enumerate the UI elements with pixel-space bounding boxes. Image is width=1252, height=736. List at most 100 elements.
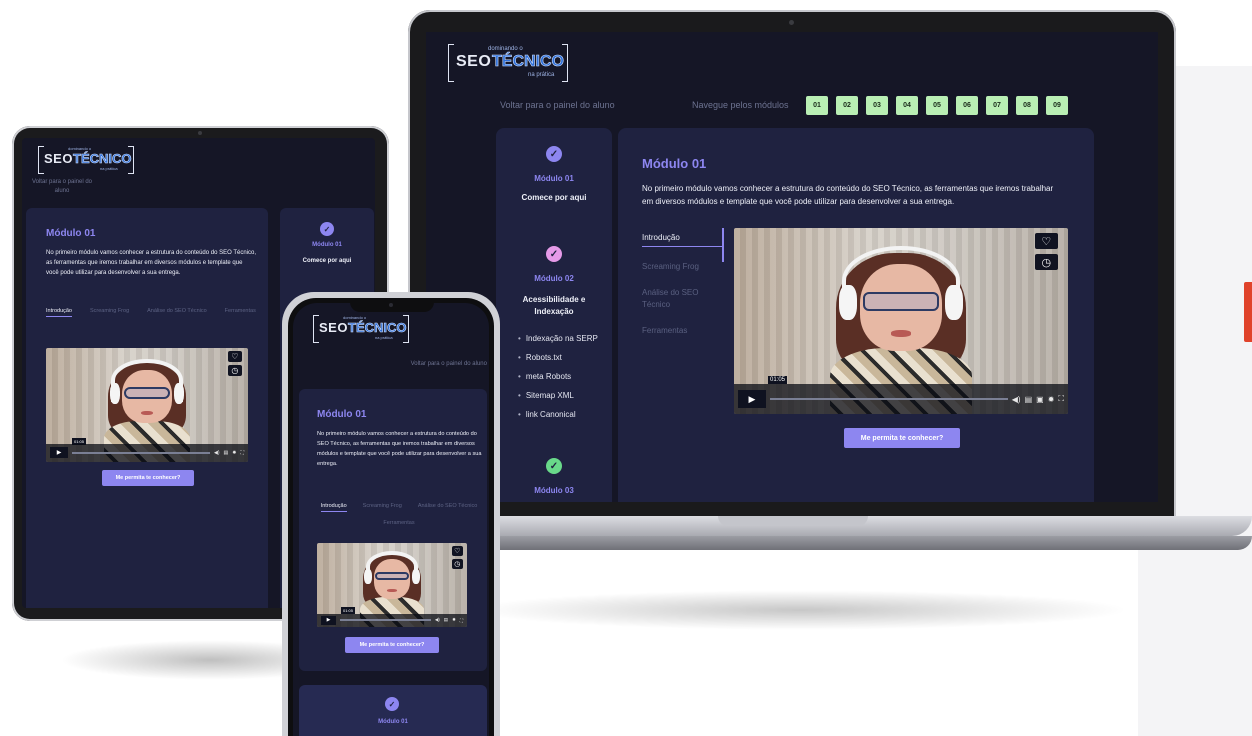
play-icon[interactable]: ▶ bbox=[321, 615, 336, 625]
sidebar-module-01-title[interactable]: Módulo 01 bbox=[496, 174, 612, 183]
captions-icon[interactable]: ▤ bbox=[444, 617, 448, 623]
laptop-logo[interactable]: dominando o SEO TÉCNICO na prática bbox=[448, 44, 568, 82]
fullscreen-icon[interactable]: ⛶ bbox=[240, 450, 244, 456]
topic-item[interactable]: Indexação na SERP bbox=[518, 334, 598, 353]
tab-ferramentas[interactable]: Ferramentas bbox=[642, 325, 722, 337]
module-chip-06[interactable]: 06 bbox=[956, 96, 978, 115]
headphone-cup-right bbox=[173, 382, 185, 405]
logo-tecnico-text: TÉCNICO bbox=[73, 151, 132, 167]
sidebar-module-03-title[interactable]: Módulo 03 bbox=[496, 486, 612, 495]
back-to-panel-link[interactable]: Voltar para o painel do aluno bbox=[26, 178, 98, 196]
video-progress-bar[interactable] bbox=[770, 398, 1008, 401]
topic-item[interactable]: link Canonical bbox=[518, 410, 598, 429]
phone-camera bbox=[389, 303, 393, 307]
meet-me-button[interactable]: Me permita te conhecer? bbox=[102, 470, 194, 486]
tab-screaming-frog[interactable]: Screaming Frog bbox=[90, 308, 129, 317]
video-controls: ▶ ◀) ▤ ▣ ✹ ⛶ bbox=[734, 384, 1068, 414]
heart-icon[interactable]: ♡ bbox=[227, 351, 242, 362]
module-content-card: Módulo 01 No primeiro módulo vamos conhe… bbox=[299, 389, 487, 671]
settings-icon[interactable]: ✹ bbox=[1048, 395, 1055, 404]
sidebar-module-01-subtitle[interactable]: Comece por aqui bbox=[496, 192, 612, 204]
volume-icon[interactable]: ◀) bbox=[214, 450, 220, 456]
heart-icon[interactable]: ♡ bbox=[452, 546, 463, 556]
tab-introducao[interactable]: Introdução bbox=[642, 232, 722, 247]
check-icon: ✓ bbox=[320, 222, 334, 236]
settings-icon[interactable]: ✹ bbox=[452, 617, 456, 623]
logo-seo-text: SEO bbox=[44, 151, 73, 166]
video-timestamp: 01:05 bbox=[768, 376, 788, 384]
presenter-headphones bbox=[365, 551, 419, 583]
clock-icon[interactable]: ◷ bbox=[1034, 254, 1058, 270]
back-to-panel-link[interactable]: Voltar para o painel do aluno bbox=[411, 361, 487, 367]
tab-analise-seo-tecnico[interactable]: Análise do SEO Técnico bbox=[147, 308, 207, 317]
volume-icon[interactable]: ◀) bbox=[1012, 395, 1021, 404]
back-to-panel-link[interactable]: Voltar para o painel do aluno bbox=[500, 100, 615, 110]
sidebar-module-01-title[interactable]: Módulo 01 bbox=[280, 242, 374, 248]
tab-ferramentas[interactable]: Ferramentas bbox=[225, 308, 256, 317]
tablet-logo[interactable]: dominando o SEO TÉCNICO na prática bbox=[38, 146, 134, 174]
captions-icon[interactable]: ▤ bbox=[1025, 395, 1033, 404]
settings-icon[interactable]: ✹ bbox=[232, 450, 236, 456]
meet-me-button[interactable]: Me permita te conhecer? bbox=[345, 637, 439, 653]
headphone-cup-left bbox=[109, 382, 121, 405]
module-content-card: Módulo 01 No primeiro módulo vamos conhe… bbox=[618, 128, 1094, 502]
active-tab-indicator bbox=[722, 228, 724, 262]
captions-icon[interactable]: ▤ bbox=[224, 450, 229, 456]
module-chip-05[interactable]: 05 bbox=[926, 96, 948, 115]
play-icon[interactable]: ▶ bbox=[50, 447, 68, 459]
module-chip-02[interactable]: 02 bbox=[836, 96, 858, 115]
presenter-headphones bbox=[111, 359, 183, 402]
phone-logo[interactable]: dominando o SEO TÉCNICO na prática bbox=[313, 315, 409, 343]
tab-introducao[interactable]: Introdução bbox=[320, 503, 347, 512]
logo-bottom-text: na prática bbox=[375, 335, 393, 340]
module-chip-04[interactable]: 04 bbox=[896, 96, 918, 115]
video-progress-bar[interactable] bbox=[72, 451, 211, 454]
topic-item[interactable]: Sitemap XML bbox=[518, 391, 598, 410]
headphone-cup-right bbox=[411, 568, 420, 585]
module-chip-01[interactable]: 01 bbox=[806, 96, 828, 115]
check-icon: ✓ bbox=[546, 246, 562, 262]
tab-ferramentas[interactable]: Ferramentas bbox=[383, 520, 414, 526]
topic-item[interactable]: meta Robots bbox=[518, 372, 598, 391]
sidebar-module-card: ✓ Módulo 01 bbox=[299, 685, 487, 736]
module-title: Módulo 01 bbox=[642, 156, 707, 171]
video-player[interactable]: ♡ ◷ 01:05 ▶ ◀) ▤ ✹ ⛶ bbox=[317, 543, 467, 627]
logo-seo-text: SEO bbox=[456, 53, 492, 70]
pip-icon[interactable]: ▣ bbox=[1036, 395, 1044, 404]
logo-seo-text: SEO bbox=[319, 320, 348, 335]
video-player[interactable]: ♡ ◷ 01:05 ▶ ◀) ▤ ✹ ⛶ bbox=[46, 348, 248, 462]
laptop-opening-notch bbox=[718, 516, 868, 526]
background-accent-tab bbox=[1244, 282, 1252, 342]
volume-icon[interactable]: ◀) bbox=[435, 617, 440, 623]
headphone-cup-right bbox=[945, 284, 963, 320]
module-chip-07[interactable]: 07 bbox=[986, 96, 1008, 115]
module-chip-09[interactable]: 09 bbox=[1046, 96, 1068, 115]
module-chip-08[interactable]: 08 bbox=[1016, 96, 1038, 115]
module-title: Módulo 01 bbox=[46, 228, 96, 239]
meet-me-button[interactable]: Me permita te conhecer? bbox=[844, 428, 960, 448]
tab-screaming-frog[interactable]: Screaming Frog bbox=[642, 261, 722, 273]
tab-introducao[interactable]: Introdução bbox=[46, 308, 72, 317]
fullscreen-icon[interactable]: ⛶ bbox=[460, 618, 463, 623]
play-icon[interactable]: ▶ bbox=[738, 390, 766, 409]
sidebar-module-01-title[interactable]: Módulo 01 bbox=[299, 719, 487, 725]
clock-icon[interactable]: ◷ bbox=[452, 559, 463, 569]
module-chip-03[interactable]: 03 bbox=[866, 96, 888, 115]
presenter-mouth bbox=[890, 330, 912, 338]
sidebar-module-02-subtitle[interactable]: Acessibilidade e Indexação bbox=[510, 294, 598, 318]
video-progress-bar[interactable] bbox=[340, 619, 431, 622]
presenter-mouth bbox=[387, 589, 397, 593]
sidebar-module-01-subtitle[interactable]: Comece por aqui bbox=[280, 258, 374, 264]
tab-analise-seo-tecnico[interactable]: Análise do SEO Técnico bbox=[418, 503, 478, 512]
sidebar-module-02-title[interactable]: Módulo 02 bbox=[496, 274, 612, 283]
topic-item[interactable]: Robots.txt bbox=[518, 353, 598, 372]
presenter-mouth bbox=[140, 410, 154, 415]
tab-analise-seo-tecnico[interactable]: Análise do SEO Técnico bbox=[642, 287, 722, 311]
heart-icon[interactable]: ♡ bbox=[1034, 233, 1058, 249]
fullscreen-icon[interactable]: ⛶ bbox=[1058, 394, 1064, 404]
tab-screaming-frog[interactable]: Screaming Frog bbox=[363, 503, 402, 512]
laptop-base-edge bbox=[378, 536, 1252, 550]
device-mockup-stage: dominando o SEO TÉCNICO na prática Volta… bbox=[0, 0, 1252, 736]
video-player[interactable]: ♡ ◷ 01:05 ▶ ◀) ▤ ▣ ✹ ⛶ bbox=[734, 228, 1068, 414]
clock-icon[interactable]: ◷ bbox=[227, 365, 242, 376]
